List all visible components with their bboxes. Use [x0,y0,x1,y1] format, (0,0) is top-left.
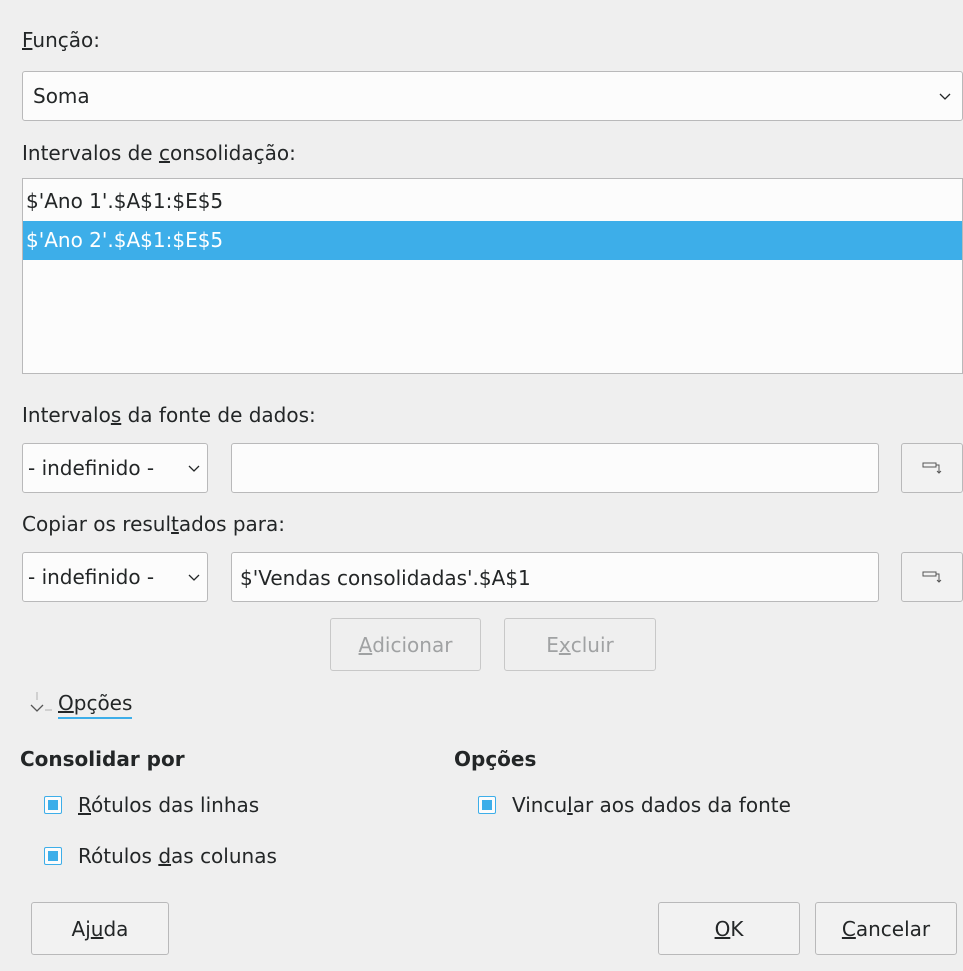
options-heading: Opções [454,747,537,771]
chevron-down-icon [188,465,200,472]
copy-shrink-button[interactable] [901,552,963,602]
link-source-checkbox[interactable]: Vincular aos dados da fonte [478,791,791,819]
ok-button[interactable]: OK [658,902,800,955]
source-shrink-button[interactable] [901,443,963,493]
list-item[interactable]: $'Ano 1'.$A$1:$E$5 [23,182,962,221]
consolidation-ranges-list[interactable]: $'Ano 1'.$A$1:$E$5 $'Ano 2'.$A$1:$E$5 [22,178,963,374]
copy-results-label: Copiar os resultados para: [22,512,286,536]
checkbox-checked-icon [478,796,496,814]
consolidate-by-heading: Consolidar por [20,747,185,771]
function-select[interactable]: Soma [22,71,963,121]
add-button[interactable]: Adicionar [330,618,481,671]
source-range-select[interactable]: - indefinido - [22,443,208,493]
chevron-down-icon [939,93,951,100]
checkbox-checked-icon [44,847,62,865]
help-button[interactable]: Aj u da [31,902,169,955]
shrink-icon [922,462,942,474]
delete-button[interactable]: Ex cluir [504,618,656,671]
consolidation-ranges-label: Intervalos de consolidação: [22,141,296,165]
source-range-select-value: - indefinido - [28,456,155,480]
shrink-icon [922,571,942,583]
row-labels-checkbox[interactable]: Rótulos das linhas [44,791,259,819]
function-select-value: Soma [33,84,90,108]
function-label: Função: [22,28,100,52]
options-expander[interactable]: Opções [28,690,133,720]
copy-results-select[interactable]: - indefinido - [22,552,208,602]
cancel-button[interactable]: Cancelar [815,902,957,955]
copy-results-input[interactable]: $'Vendas consolidadas'.$A$1 [231,552,879,602]
chevron-down-icon [188,574,200,581]
source-ranges-label: Intervalos da fonte de dados: [22,403,316,427]
list-item-selected[interactable]: $'Ano 2'.$A$1:$E$5 [23,221,962,260]
options-expander-label: Opções [58,691,133,719]
expander-arrow-icon [30,692,52,712]
source-range-input[interactable] [231,443,879,493]
checkbox-checked-icon [44,796,62,814]
copy-results-select-value: - indefinido - [28,565,155,589]
column-labels-checkbox[interactable]: Rótulos das colunas [44,842,277,870]
